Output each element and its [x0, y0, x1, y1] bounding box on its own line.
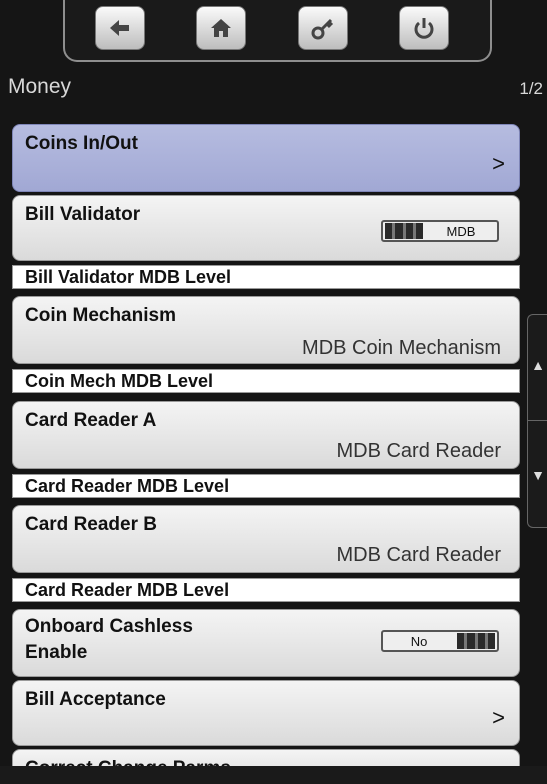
home-button[interactable] [196, 6, 246, 50]
toggle-value: No [410, 633, 428, 649]
home-icon [211, 19, 231, 37]
toggle-knob-icon [385, 223, 423, 239]
screen: Money 1/2 Coins In/Out > Bill Validator … [0, 0, 547, 784]
menu-item-coin-mechanism[interactable]: Coin Mechanism MDB Coin Mechanism [12, 296, 520, 364]
toggle-knob-icon [457, 633, 495, 649]
item-label: Coins In/Out [25, 133, 138, 154]
item-label: Card Reader A [25, 410, 157, 431]
page-title: Money [8, 75, 72, 98]
bill-validator-toggle[interactable]: MDB [381, 220, 499, 242]
menu-item-bill-validator[interactable]: Bill Validator MDB [12, 195, 520, 261]
coin-mech-mdb-level[interactable]: Coin Mech MDB Level [12, 369, 520, 393]
menu-item-card-reader-a[interactable]: Card Reader A MDB Card Reader [12, 401, 520, 469]
item-label-line1: Onboard Cashless [25, 616, 193, 637]
power-button[interactable] [399, 6, 449, 50]
scroll-panel: ▲ ▼ [527, 314, 547, 528]
scroll-up-icon[interactable]: ▲ [528, 357, 547, 373]
bill-validator-mdb-level[interactable]: Bill Validator MDB Level [12, 265, 520, 289]
scroll-down-icon[interactable]: ▼ [528, 467, 547, 483]
key-button[interactable] [298, 6, 348, 50]
item-label: Coin Mechanism [25, 305, 176, 326]
item-value: MDB Card Reader [336, 440, 501, 462]
back-button[interactable] [95, 6, 145, 50]
chevron-right-icon: > [492, 705, 505, 730]
bottom-edge [0, 766, 547, 784]
onboard-cashless-toggle[interactable]: No [381, 630, 499, 652]
key-icon [311, 18, 334, 40]
chevron-right-icon: > [492, 151, 505, 176]
item-label: Bill Acceptance [25, 689, 166, 710]
item-label: Bill Validator [25, 204, 141, 225]
item-value: MDB Coin Mechanism [302, 337, 501, 359]
card-reader-b-mdb-level[interactable]: Card Reader MDB Level [12, 578, 520, 602]
item-label: Card Reader B [25, 514, 157, 535]
menu-item-onboard-cashless[interactable]: Onboard Cashless Enable No [12, 609, 520, 677]
menu-item-coins-in-out[interactable]: Coins In/Out > [12, 124, 520, 192]
card-reader-a-mdb-level[interactable]: Card Reader MDB Level [12, 474, 520, 498]
item-label-line2: Enable [25, 642, 88, 663]
top-nav-bar [63, 0, 492, 62]
scroll-divider [528, 420, 547, 421]
item-value: MDB Card Reader [336, 544, 501, 566]
back-icon [110, 20, 129, 36]
power-icon [414, 18, 434, 39]
page-indicator: 1/2 [519, 79, 543, 98]
menu-item-card-reader-b[interactable]: Card Reader B MDB Card Reader [12, 505, 520, 573]
menu-item-bill-acceptance[interactable]: Bill Acceptance > [12, 680, 520, 746]
toggle-value: MDB [446, 223, 476, 239]
